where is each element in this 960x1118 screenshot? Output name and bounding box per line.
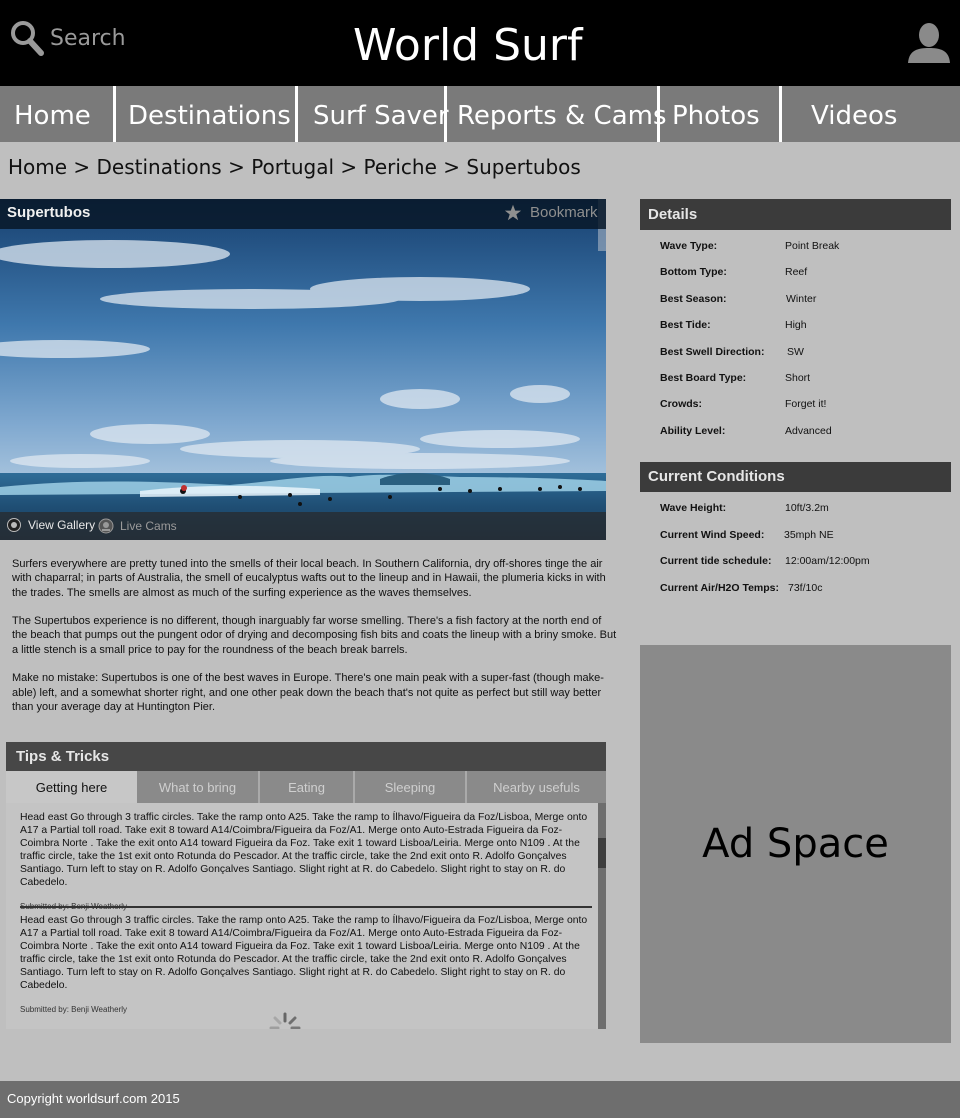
nav-separator — [113, 86, 116, 142]
detail-value: High — [785, 319, 807, 331]
detail-label: Ability Level: — [660, 425, 726, 437]
tip-text: Head east Go through 3 traffic circles. … — [20, 812, 588, 889]
webcam-icon — [98, 518, 114, 534]
detail-value: Advanced — [785, 425, 832, 437]
live-cams-button[interactable]: Live Cams — [98, 518, 177, 534]
tip-entry: Head east Go through 3 traffic circles. … — [20, 811, 592, 911]
detail-value: Forget it! — [785, 398, 827, 410]
view-gallery-label: View Gallery — [28, 518, 96, 532]
tips-content: Head east Go through 3 traffic circles. … — [6, 803, 606, 1029]
detail-label: Best Swell Direction: — [660, 346, 765, 358]
user-icon[interactable] — [906, 22, 952, 64]
hero-action-bar: View Gallery Live Cams — [0, 512, 606, 540]
detail-value: Point Break — [785, 240, 840, 252]
tab-eating[interactable]: Eating — [260, 771, 355, 803]
tips-and-tricks-panel: Tips & Tricks Getting here What to bring… — [6, 742, 606, 1030]
description-paragraph: The Supertubos experience is no differen… — [12, 615, 617, 656]
condition-label: Wave Height: — [660, 502, 727, 514]
tab-nearby-usefuls[interactable]: Nearby usefuls — [467, 771, 606, 803]
detail-value: SW — [787, 346, 804, 358]
nav-item-videos[interactable]: Videos — [811, 86, 897, 142]
tab-getting-here[interactable]: Getting here — [6, 771, 137, 803]
scrollbar-thumb[interactable] — [598, 838, 606, 868]
star-icon — [504, 204, 522, 221]
nav-separator — [444, 86, 447, 142]
spot-title: Supertubos — [7, 204, 91, 221]
live-cams-label: Live Cams — [120, 519, 177, 533]
condition-label: Current Air/H2O Temps: — [660, 582, 780, 594]
condition-value: 10ft/3.2m — [785, 502, 829, 514]
copyright-text: Copyright worldsurf.com 2015 — [7, 1091, 180, 1106]
tip-author: Submitted by: Benji Weatherly — [20, 1004, 128, 1014]
tip-entry: Head east Go through 3 traffic circles. … — [20, 914, 592, 1014]
tips-header: Tips & Tricks — [6, 742, 606, 771]
condition-label: Current tide schedule: — [660, 555, 772, 567]
main-nav: Home Destinations Surf Saver Reports & C… — [0, 86, 960, 142]
conditions-title: Current Conditions — [640, 462, 951, 492]
tab-sleeping[interactable]: Sleeping — [355, 771, 467, 803]
detail-label: Best Board Type: — [660, 372, 747, 384]
details-panel: Details Wave Type: Point Break Bottom Typ… — [640, 199, 951, 449]
nav-item-reports-cams[interactable]: Reports & Cams — [457, 86, 667, 142]
spot-description: Surfers everywhere are pretty tuned into… — [12, 557, 618, 729]
detail-label: Wave Type: — [660, 240, 718, 252]
camera-icon — [7, 518, 21, 532]
bookmark-button[interactable]: Bookmark — [504, 204, 598, 221]
tip-divider — [20, 906, 592, 908]
nav-item-home[interactable]: Home — [14, 86, 91, 142]
description-paragraph: Make no mistake: Supertubos is one of th… — [12, 672, 604, 713]
detail-label: Crowds: — [660, 398, 702, 410]
condition-value: 35mph NE — [784, 529, 834, 541]
nav-separator — [657, 86, 660, 142]
condition-value: 73f/10c — [788, 582, 823, 594]
detail-value: Reef — [785, 266, 808, 278]
hero-title-bar: Supertubos Bookmark — [0, 199, 606, 229]
nav-separator — [779, 86, 782, 142]
nav-separator — [295, 86, 298, 142]
search-input[interactable]: Search — [50, 26, 126, 51]
detail-label: Best Tide: — [660, 319, 711, 331]
surf-photo[interactable] — [0, 199, 606, 540]
bookmark-label: Bookmark — [530, 204, 598, 221]
nav-item-destinations[interactable]: Destinations — [128, 86, 291, 142]
breadcrumb[interactable]: Home > Destinations > Portugal > Periche… — [8, 155, 581, 179]
tips-tabs: Getting here What to bring Eating Sleepi… — [6, 771, 606, 803]
condition-value: 12:00am/12:00pm — [785, 555, 870, 567]
search-box[interactable]: Search — [10, 20, 126, 56]
search-icon[interactable] — [10, 20, 44, 56]
detail-label: Bottom Type: — [660, 266, 727, 278]
detail-value: Short — [785, 372, 811, 384]
hero-image-panel: Supertubos Bookmark View Gallery Live Ca… — [0, 199, 606, 540]
description-paragraph: Surfers everywhere are pretty tuned into… — [12, 558, 606, 599]
nav-item-surf-saver[interactable]: Surf Saver — [313, 86, 449, 142]
tips-scrollbar[interactable] — [598, 803, 606, 1029]
details-title: Details — [640, 199, 951, 230]
detail-label: Best Season: — [660, 293, 727, 305]
nav-item-photos[interactable]: Photos — [672, 86, 760, 142]
footer: Copyright worldsurf.com 2015 — [0, 1081, 960, 1118]
top-header: Search World Surf — [0, 0, 960, 86]
ad-space[interactable]: Ad Space — [640, 645, 951, 1043]
tip-text: Head east Go through 3 traffic circles. … — [20, 915, 588, 992]
loading-spinner-icon — [269, 1012, 301, 1029]
condition-label: Current Wind Speed: — [660, 529, 765, 541]
tab-what-to-bring[interactable]: What to bring — [137, 771, 260, 803]
detail-value: Winter — [786, 293, 817, 305]
site-title[interactable]: World Surf — [353, 18, 582, 74]
conditions-panel: Current Conditions Wave Height: 10ft/3.2m… — [640, 462, 951, 602]
view-gallery-button[interactable]: View Gallery — [6, 518, 95, 532]
